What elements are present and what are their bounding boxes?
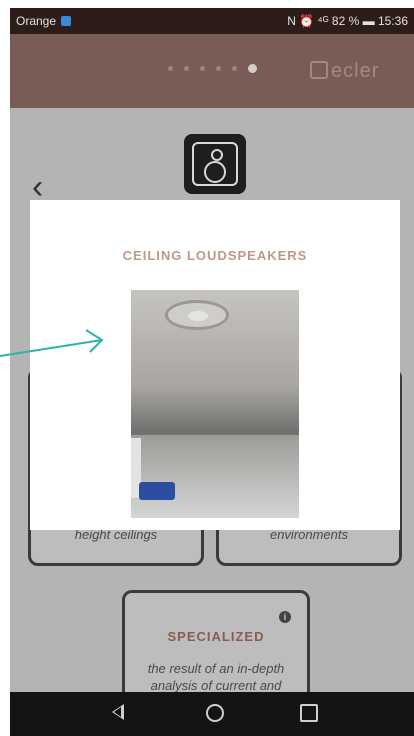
annotation-arrow-icon [0, 329, 104, 357]
